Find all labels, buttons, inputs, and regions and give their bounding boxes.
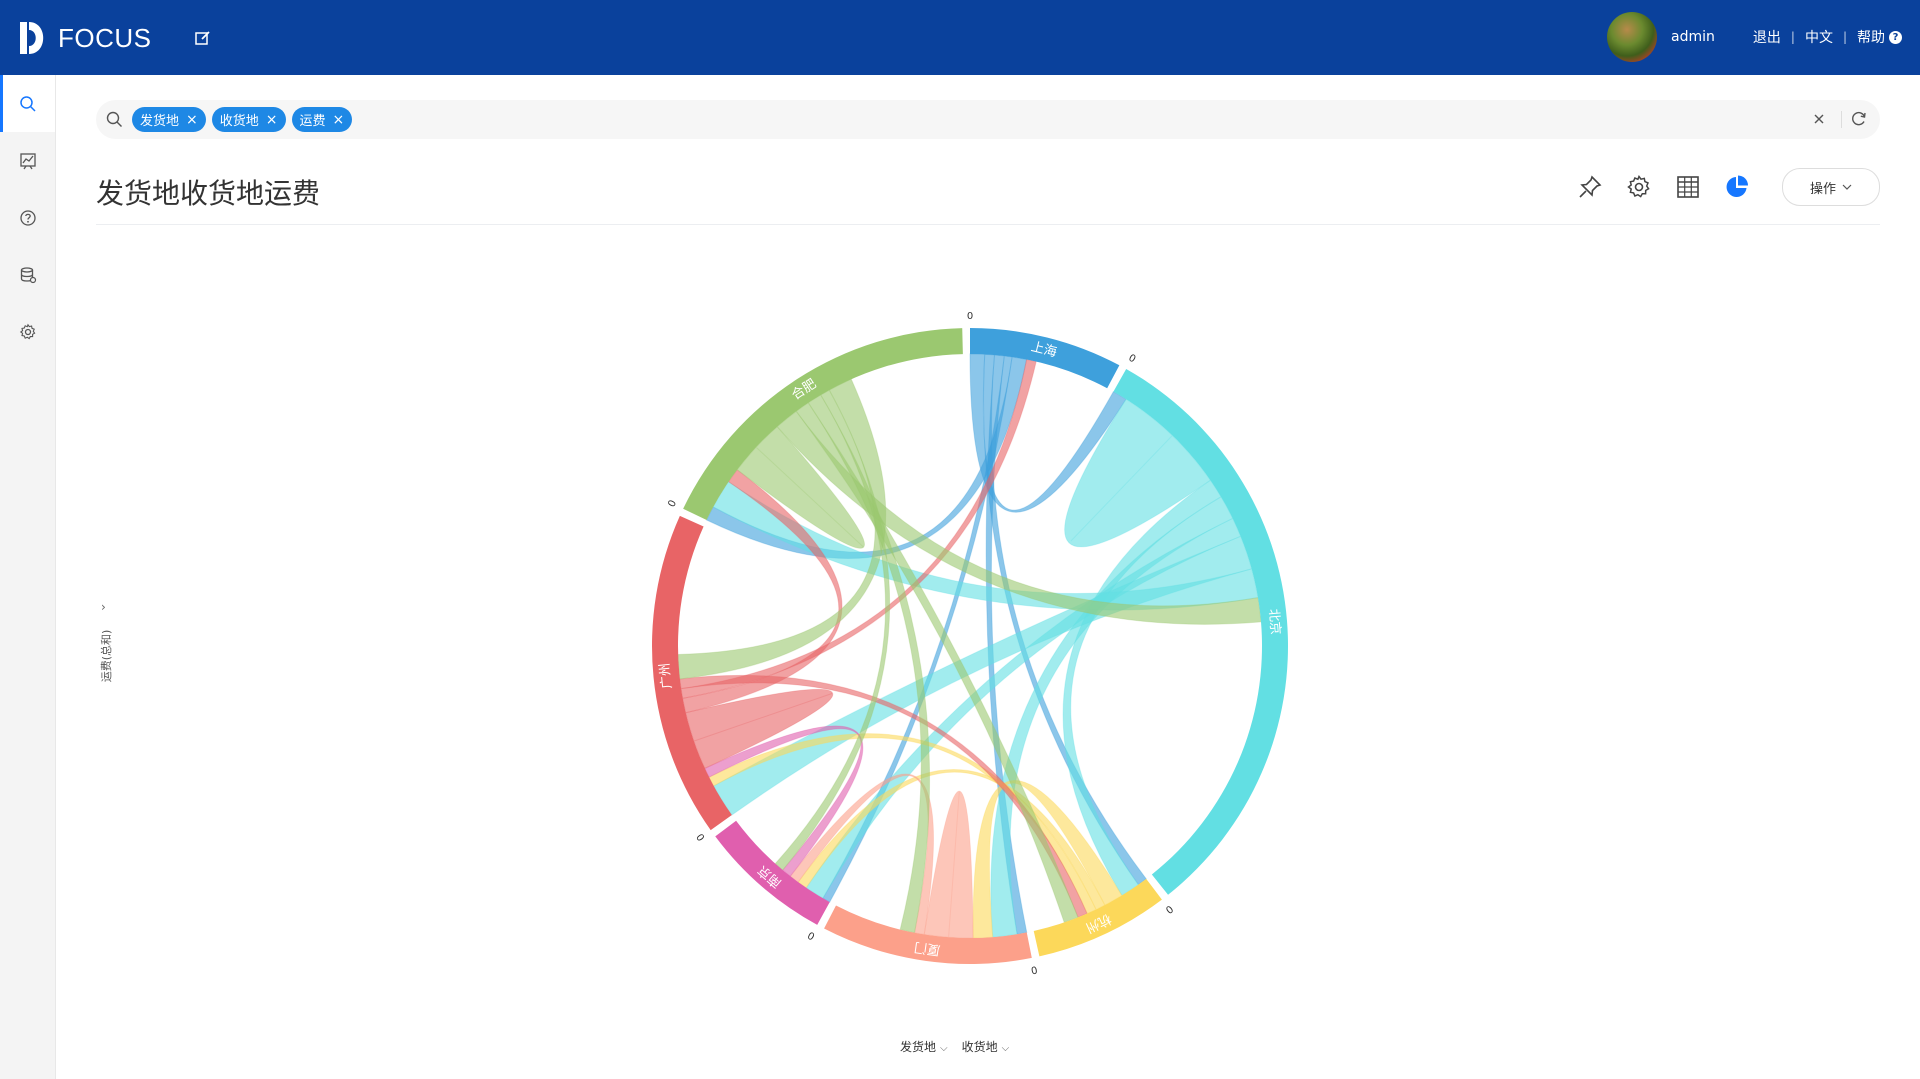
arc-label: 广州 [658,662,675,689]
search-tag[interactable]: 运费 × [291,107,353,132]
tag-label: 运费 [299,114,326,129]
operations-label: 操作 [1809,181,1836,197]
close-icon[interactable]: × [333,112,345,128]
arc-tick-label: 0 [967,311,973,322]
tag-label: 收货地 [219,114,259,129]
x-field-label: 收货地 [961,1040,998,1054]
page-title: 发货地收货地运费 [96,177,321,210]
clear-search-icon[interactable] [1810,110,1828,132]
chord-chart: 上海0北京0杭州0厦门0南京0广州0合肥0 [651,311,1288,975]
language-switch[interactable]: 中文 [1805,27,1833,47]
divider: | [1842,30,1847,44]
chevron-down-icon [1842,184,1852,190]
user-menu: admin 退出 | 中文 | 帮助 ? [1607,12,1902,62]
arc-tick-label: 0 [806,929,817,942]
search-tag[interactable]: 发货地 × [132,107,206,132]
search-tag[interactable]: 收货地 × [211,107,286,132]
top-bar: FOCUS admin 退出 | 中文 | 帮助 ? [0,0,1920,75]
arc-tick-label: 0 [1126,353,1137,366]
arc-tick-label: 0 [695,831,708,843]
arc-label: 北京 [1266,608,1283,635]
operations-button[interactable]: 操作 [1782,168,1880,206]
app-logo[interactable]: FOCUS [18,16,152,60]
refresh-icon[interactable] [1850,110,1868,132]
logout-link[interactable]: 退出 [1753,27,1781,47]
tag-label: 发货地 [140,114,180,129]
search-icon [19,95,36,112]
edit-icon[interactable] [193,28,213,48]
arc-tick-label: 0 [1030,963,1038,975]
chevron-down-icon: ⌵ [1001,1043,1010,1054]
chevron-down-icon: ⌵ [940,1043,948,1054]
avatar[interactable] [1607,12,1658,62]
search-bar[interactable]: 发货地 × 收货地 × 运费 × [96,100,1880,139]
close-icon[interactable]: × [266,112,278,128]
username[interactable]: admin [1671,29,1715,45]
x-axis-fields: 发货地 ⌵ 收货地 ⌵ [900,1038,1009,1055]
x-field-target[interactable]: 收货地 ⌵ [962,1038,1010,1055]
pin-icon[interactable] [1577,174,1603,200]
chart-board-icon [19,152,36,169]
divider: | [1790,30,1795,44]
table-icon[interactable] [1675,174,1701,200]
x-field-source[interactable]: 发货地 ⌵ [900,1038,948,1055]
pie-chart-icon[interactable] [1724,174,1750,200]
arc-tick-label: 0 [1163,902,1175,915]
question-icon [19,209,36,226]
search-icon [106,111,123,132]
help-icon[interactable]: ? [1889,30,1902,44]
sidebar-item-dashboard[interactable] [0,132,55,189]
gear-icon[interactable] [1626,174,1652,200]
divider [1841,111,1842,128]
app-name: FOCUS [58,22,152,53]
arc-tick-label: 0 [666,499,679,509]
search-tags: 发货地 × 收货地 × 运费 × [132,107,353,132]
chart-toolbar: 操作 [1554,168,1880,206]
sidebar-item-search[interactable] [0,75,55,132]
close-icon[interactable]: × [186,112,198,128]
focus-logo-icon [20,22,44,54]
x-field-label: 发货地 [900,1040,937,1054]
help-link[interactable]: 帮助 [1857,27,1885,47]
